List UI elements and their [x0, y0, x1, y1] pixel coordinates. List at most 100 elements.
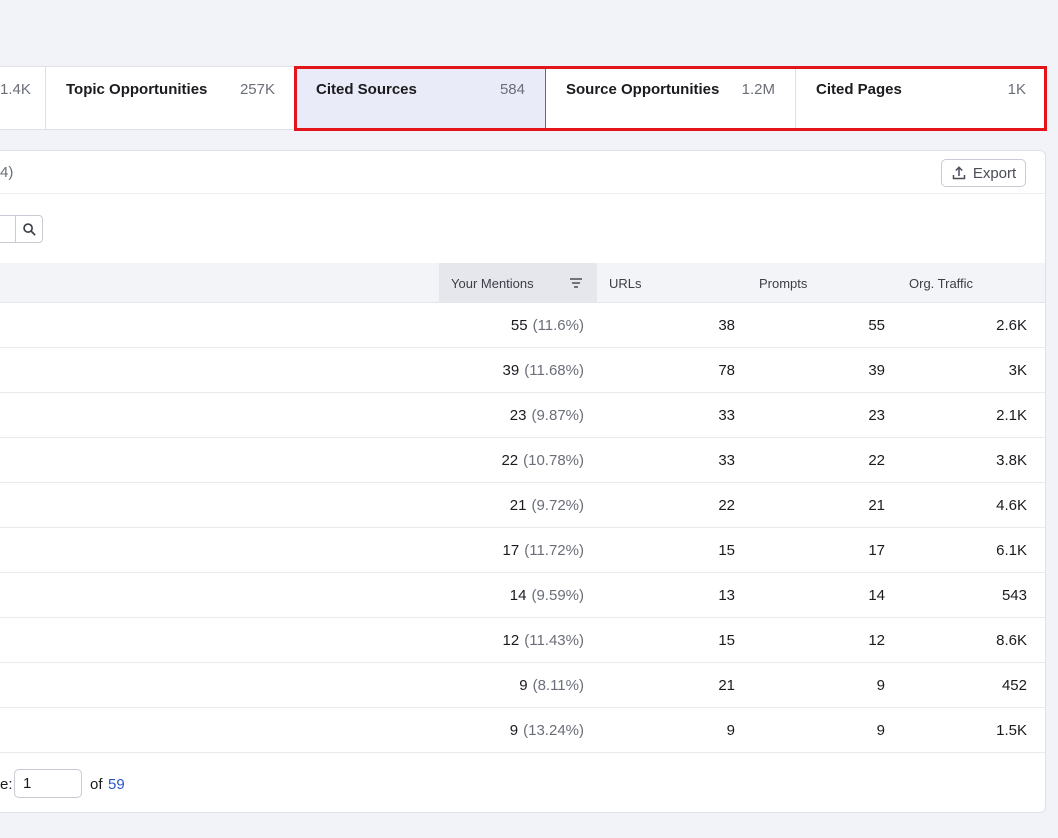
results-card: 4) Export Your Mentions URLs Prompts Org… [0, 150, 1046, 813]
cell-urls: 33 [718, 407, 735, 424]
column-header-org-traffic[interactable]: Org. Traffic [909, 263, 973, 303]
tab-cited-pages[interactable]: Cited Pages 1K [796, 67, 1046, 130]
mentions-percent: (11.68%) [524, 362, 584, 379]
column-label: Prompts [759, 275, 808, 291]
table-row: 55 (11.6%) 38 55 2.6K [0, 303, 1045, 348]
table-row: 9 (8.11%) 21 9 452 [0, 663, 1045, 708]
cell-org-traffic: 1.5K [996, 722, 1027, 739]
column-header-your-mentions[interactable]: Your Mentions [439, 263, 597, 303]
mentions-value: 12 [502, 632, 520, 649]
table-body: 55 (11.6%) 38 55 2.6K 39 (11.68%) 78 39 3K 23 (9.87… [0, 303, 1045, 753]
mentions-percent: (13.24%) [523, 722, 584, 739]
table-row: 14 (9.59%) 13 14 543 [0, 573, 1045, 618]
mentions-percent: (11.43%) [524, 632, 584, 649]
cell-prompts: 17 [868, 542, 885, 559]
search-button[interactable] [15, 215, 43, 243]
tab-source-opportunities[interactable]: Source Opportunities 1.2M [546, 67, 796, 130]
cell-org-traffic: 8.6K [996, 632, 1027, 649]
cell-org-traffic: 3K [1008, 362, 1027, 379]
sort-icon[interactable] [569, 276, 583, 290]
tab-count: 1K [1007, 81, 1026, 98]
cell-prompts: 39 [868, 362, 885, 379]
results-count: 4) [0, 164, 14, 181]
cell-your-mentions: 21 (9.72%) [510, 483, 584, 528]
tab-label: Cited Sources [316, 81, 417, 98]
cell-urls: 15 [718, 632, 735, 649]
export-button[interactable]: Export [941, 159, 1026, 187]
cell-your-mentions: 22 (10.78%) [501, 438, 584, 483]
mentions-value: 55 [510, 317, 528, 334]
mentions-value: 21 [509, 497, 527, 514]
cell-your-mentions: 14 (9.59%) [510, 573, 584, 618]
mentions-percent: (9.59%) [531, 587, 584, 604]
mentions-value: 9 [519, 677, 528, 694]
cell-org-traffic: 2.1K [996, 407, 1027, 424]
tab-label: Source Opportunities [566, 81, 720, 98]
cell-org-traffic: 452 [1001, 677, 1027, 694]
search-icon [22, 222, 36, 236]
column-label: Your Mentions [451, 275, 534, 291]
mentions-percent: (10.78%) [523, 452, 584, 469]
column-label: Org. Traffic [909, 275, 974, 291]
tab-partial[interactable]: 1.4K [0, 67, 46, 130]
mentions-value: 17 [502, 542, 520, 559]
table-row: 17 (11.72%) 15 17 6.1K [0, 528, 1045, 573]
tab-label: Cited Pages [816, 81, 902, 98]
cell-urls: 15 [718, 542, 735, 559]
cell-your-mentions: 9 (8.11%) [519, 663, 584, 708]
column-label: URLs [609, 275, 642, 291]
mentions-percent: (9.87%) [531, 407, 584, 424]
mentions-value: 23 [509, 407, 527, 424]
cell-your-mentions: 9 (13.24%) [510, 708, 584, 753]
tab-count: 1.2M [741, 81, 775, 98]
tab-label: Topic Opportunities [66, 81, 208, 98]
upload-icon [952, 166, 966, 180]
cell-urls: 38 [718, 317, 735, 334]
cell-your-mentions: 39 (11.68%) [503, 348, 584, 393]
page-number-input[interactable] [14, 769, 82, 798]
cell-org-traffic: 543 [1001, 587, 1027, 604]
mentions-value: 14 [509, 587, 527, 604]
page-label: e: [0, 776, 13, 793]
total-pages-link[interactable]: 59 [108, 776, 125, 793]
card-header: 4) Export [0, 151, 1045, 194]
table-row: 9 (13.24%) 9 9 1.5K [0, 708, 1045, 753]
tab-count: 584 [499, 81, 525, 98]
cell-your-mentions: 23 (9.87%) [510, 393, 584, 438]
table-row: 23 (9.87%) 33 23 2.1K [0, 393, 1045, 438]
mentions-percent: (11.72%) [524, 542, 584, 559]
mentions-percent: (11.6%) [532, 317, 584, 334]
table-row: 21 (9.72%) 22 21 4.6K [0, 483, 1045, 528]
cell-urls: 33 [718, 452, 735, 469]
table-row: 39 (11.68%) 78 39 3K [0, 348, 1045, 393]
cell-urls: 9 [726, 722, 735, 739]
cell-your-mentions: 12 (11.43%) [503, 618, 584, 663]
table-header: Your Mentions URLs Prompts Org. Traffic [0, 263, 1045, 303]
table-row: 22 (10.78%) 33 22 3.8K [0, 438, 1045, 483]
tab-topic-opportunities[interactable]: Topic Opportunities 257K [46, 67, 296, 130]
cell-prompts: 12 [868, 632, 885, 649]
mentions-percent: (8.11%) [532, 677, 584, 694]
mentions-value: 39 [502, 362, 520, 379]
cell-org-traffic: 2.6K [996, 317, 1027, 334]
page-of-label: of [90, 776, 103, 793]
cell-urls: 22 [718, 497, 735, 514]
tab-count: 257K [239, 81, 275, 98]
cell-prompts: 22 [868, 452, 885, 469]
search-input[interactable] [0, 215, 16, 243]
cell-urls: 13 [718, 587, 735, 604]
mentions-value: 22 [501, 452, 519, 469]
cell-prompts: 21 [868, 497, 885, 514]
column-header-urls[interactable]: URLs [609, 263, 642, 303]
cell-urls: 21 [718, 677, 735, 694]
cell-org-traffic: 6.1K [996, 542, 1027, 559]
cell-urls: 78 [718, 362, 735, 379]
cell-org-traffic: 3.8K [996, 452, 1027, 469]
cell-prompts: 23 [868, 407, 885, 424]
cell-prompts: 9 [876, 722, 885, 739]
table-row: 12 (11.43%) 15 12 8.6K [0, 618, 1045, 663]
cell-prompts: 9 [876, 677, 885, 694]
column-header-prompts[interactable]: Prompts [759, 263, 807, 303]
export-label: Export [972, 164, 1017, 182]
tab-cited-sources[interactable]: Cited Sources 584 [296, 67, 546, 130]
